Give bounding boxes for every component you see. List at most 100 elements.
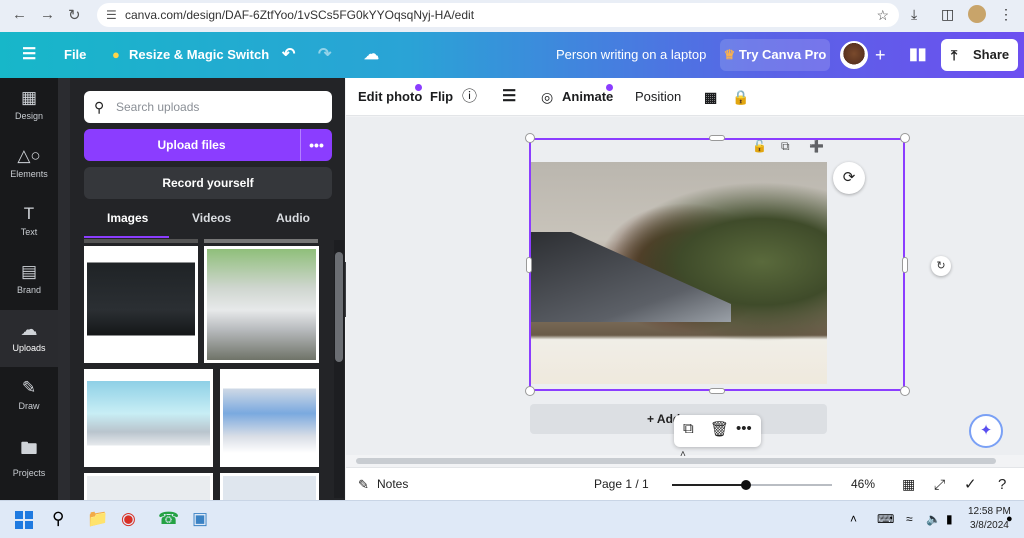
kebab-menu-icon[interactable]: ⋮ — [999, 6, 1013, 23]
hamburger-icon[interactable]: ☰ — [22, 32, 36, 78]
share-button[interactable]: ⤒ Share — [941, 39, 1018, 71]
upload-thumbnail[interactable] — [84, 473, 213, 500]
tab-videos[interactable]: Videos — [192, 211, 231, 225]
file-explorer-icon[interactable]: 📁 — [87, 509, 108, 529]
sidebar-icon[interactable]: ◫ — [941, 6, 954, 23]
element-context-menu: ⧉ 🗑 ••• — [674, 415, 761, 447]
sidebar-item-projects[interactable]: 🖿 Projects — [0, 426, 58, 483]
more-options-icon[interactable]: ••• — [736, 420, 752, 437]
search-placeholder: Search uploads — [116, 100, 200, 114]
forward-icon[interactable]: → — [40, 6, 55, 23]
resize-button[interactable]: Resize & Magic Switch — [129, 32, 269, 78]
grid-view-icon[interactable]: ▦ — [902, 468, 915, 501]
upload-thumbnail[interactable] — [220, 369, 319, 467]
tab-images[interactable]: Images — [107, 211, 148, 225]
page-indicator[interactable]: Page 1 / 1 — [594, 468, 649, 501]
edit-photo-button[interactable]: Edit photo — [358, 78, 422, 116]
windows-start-icon[interactable] — [15, 511, 33, 529]
rotate-icon[interactable]: ↻ — [931, 256, 951, 276]
sidebar-item-design[interactable]: ▦ Design — [0, 78, 58, 135]
zoom-slider[interactable] — [672, 480, 832, 490]
upload-files-button[interactable]: Upload files ••• — [84, 129, 332, 161]
back-icon[interactable]: ← — [12, 6, 27, 23]
sidebar-item-draw[interactable]: ✎ Draw — [0, 368, 58, 425]
chrome-icon[interactable]: ◉ — [121, 509, 136, 529]
scrollbar-handle[interactable] — [335, 252, 343, 362]
wifi-icon[interactable]: ≈ — [906, 512, 913, 526]
resize-handle-top[interactable] — [709, 135, 725, 141]
search-input[interactable]: ⚲ Search uploads — [84, 91, 332, 123]
resize-handle-right[interactable] — [902, 257, 908, 273]
panel-scrollbar-left[interactable] — [58, 78, 70, 500]
delete-icon[interactable]: 🗑 — [710, 420, 729, 438]
keyboard-icon[interactable]: ⌨ — [877, 512, 894, 526]
resize-handle-bottom[interactable] — [709, 388, 725, 394]
chevron-up-icon[interactable]: ˄ — [680, 449, 686, 460]
resize-handle-top-left[interactable] — [525, 133, 535, 143]
upload-thumbnail[interactable] — [84, 369, 213, 467]
volume-icon[interactable]: 🔈 — [926, 512, 941, 526]
resize-handle-bottom-right[interactable] — [900, 386, 910, 396]
crown-icon: ● — [112, 47, 120, 62]
animate-button[interactable]: Animate — [562, 78, 613, 116]
avatar[interactable] — [840, 41, 868, 69]
more-options-icon[interactable]: ••• — [300, 129, 332, 161]
canva-assistant-icon[interactable]: ✦ — [969, 414, 1003, 448]
upload-thumbnail[interactable] — [220, 473, 319, 500]
panel-scrollbar[interactable] — [334, 240, 344, 498]
star-icon[interactable]: ☆ — [876, 3, 889, 27]
profile-avatar[interactable] — [968, 5, 986, 23]
cloud-saved-icon[interactable]: ☁ — [364, 32, 379, 78]
thumbnail-partial[interactable] — [84, 239, 198, 243]
transparency-icon[interactable]: ▦ — [704, 78, 717, 116]
canvas-horizontal-scrollbar[interactable]: ˄ — [346, 449, 1024, 467]
notes-button[interactable]: Notes — [377, 468, 408, 501]
redo-icon[interactable]: ↷ — [318, 32, 331, 78]
record-yourself-button[interactable]: Record yourself — [84, 167, 332, 199]
design-title[interactable]: Person writing on a laptop — [556, 32, 706, 78]
try-canva-pro-button[interactable]: ♕ Try Canva Pro — [720, 39, 830, 71]
undo-icon[interactable]: ↶ — [282, 32, 295, 78]
file-menu[interactable]: File — [64, 32, 86, 78]
upload-thumbnail[interactable] — [204, 246, 319, 363]
resize-handle-left[interactable] — [526, 257, 532, 273]
resize-handle-bottom-left[interactable] — [525, 386, 535, 396]
check-icon[interactable]: ✓ — [964, 468, 977, 501]
analytics-icon[interactable]: ▮▮ — [909, 32, 927, 78]
flip-button[interactable]: Flip — [430, 78, 453, 116]
line-weight-icon[interactable]: ☰ — [502, 78, 516, 116]
zoom-slider-knob[interactable] — [740, 480, 751, 490]
notifications-icon[interactable]: ● — [1006, 513, 1013, 525]
magic-edit-icon[interactable]: ⟳ — [833, 162, 865, 194]
sidebar-item-uploads[interactable]: ☁ Uploads — [0, 310, 58, 367]
scrollbar-handle[interactable] — [356, 458, 996, 464]
uploads-icon: ☁ — [20, 320, 38, 339]
download-icon[interactable]: ⤓ — [911, 6, 917, 23]
chevron-up-icon[interactable]: ˄ — [850, 512, 857, 526]
resize-handle-top-right[interactable] — [900, 133, 910, 143]
upload-thumbnail[interactable] — [84, 246, 198, 363]
sidebar-item-brand[interactable]: ▤ Brand — [0, 252, 58, 309]
thumbnail-partial[interactable] — [204, 239, 318, 243]
lock-icon[interactable]: 🔒 — [732, 78, 749, 116]
whatsapp-icon[interactable]: ☎ — [158, 509, 179, 529]
info-icon[interactable]: ⓘ — [462, 78, 477, 116]
address-bar[interactable]: ☰ canva.com/design/DAF-6ZtfYoo/1vSCs5FG0… — [97, 3, 899, 27]
add-collaborator-icon[interactable]: + — [875, 32, 886, 78]
position-button[interactable]: Position — [635, 78, 681, 116]
help-icon[interactable]: ? — [998, 468, 1006, 501]
system-clock[interactable]: 12:58 PM 3/8/2024 — [968, 505, 1011, 533]
reload-icon[interactable]: ↻ — [68, 6, 81, 24]
sidebar-item-elements[interactable]: △○ Elements — [0, 136, 58, 193]
search-icon[interactable]: ⚲ — [52, 509, 64, 529]
photos-icon[interactable]: ▣ — [192, 509, 208, 529]
site-settings-icon[interactable]: ☰ — [106, 3, 117, 27]
zoom-level[interactable]: 46% — [851, 468, 875, 501]
duplicate-icon[interactable]: ⧉ — [683, 420, 694, 437]
battery-icon[interactable]: ▮ — [946, 512, 953, 526]
projects-icon: 🖿 — [20, 439, 38, 458]
tab-audio[interactable]: Audio — [276, 211, 310, 225]
fullscreen-icon[interactable]: ⤢ — [934, 468, 945, 501]
brand-icon: ▤ — [20, 262, 38, 281]
sidebar-item-text[interactable]: T Text — [0, 194, 58, 251]
